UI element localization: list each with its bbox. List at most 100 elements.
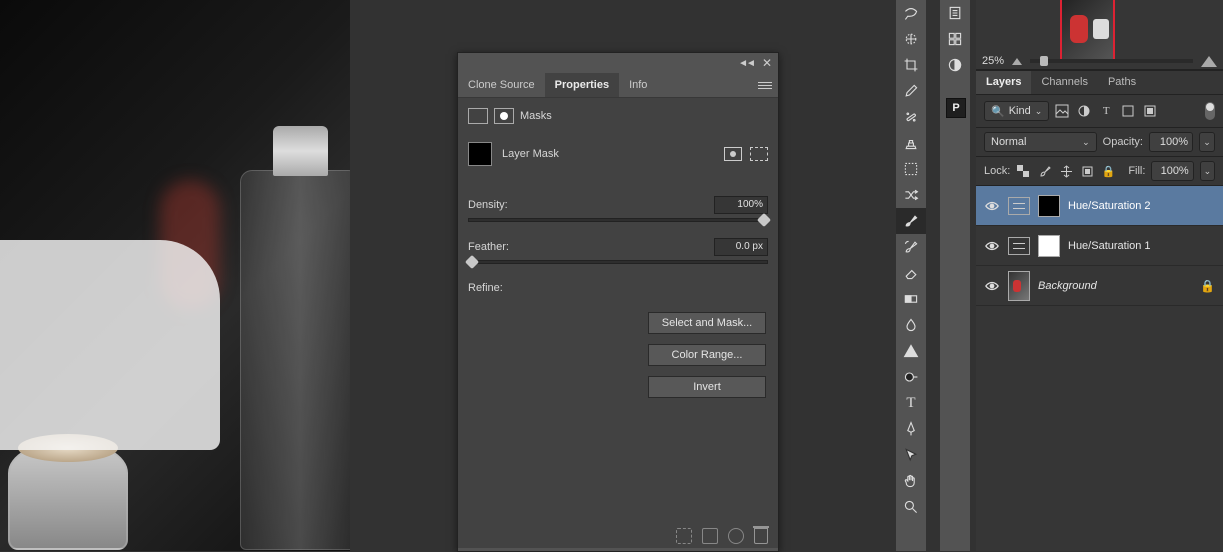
filter-toggle[interactable] — [1205, 102, 1215, 120]
clone-stamp-tool-icon[interactable] — [896, 130, 926, 156]
filter-adjust-icon[interactable] — [1075, 102, 1093, 120]
eraser-tool-icon[interactable] — [896, 260, 926, 286]
filter-smart-icon[interactable] — [1141, 102, 1159, 120]
lock-pixels-icon[interactable] — [1038, 163, 1053, 179]
adjustment-layer-icon — [1008, 197, 1030, 215]
kind-label: Kind — [1009, 105, 1031, 117]
marquee-tool-icon[interactable] — [896, 156, 926, 182]
pen-tool-icon[interactable] — [896, 416, 926, 442]
zoom-out-icon[interactable] — [1012, 58, 1022, 65]
zoom-slider-thumb[interactable] — [1040, 56, 1048, 66]
toolbar-right — [940, 0, 970, 551]
add-vector-mask-icon[interactable] — [750, 147, 768, 161]
eyedropper-tool-icon[interactable] — [896, 78, 926, 104]
layer-name[interactable]: Hue/Saturation 2 — [1068, 200, 1151, 212]
layer-thumbnail[interactable] — [1008, 271, 1030, 301]
filter-type-icon[interactable]: T — [1097, 102, 1115, 120]
disable-mask-icon[interactable] — [728, 528, 744, 544]
search-icon: 🔍 — [991, 105, 1005, 118]
triangle-warn-icon[interactable] — [896, 338, 926, 364]
lock-all-icon[interactable]: 🔒 — [1101, 163, 1116, 179]
history-brush-tool-icon[interactable] — [896, 234, 926, 260]
layer-name[interactable]: Background — [1038, 280, 1097, 292]
layer-name[interactable]: Hue/Saturation 1 — [1068, 240, 1151, 252]
filter-pixel-icon[interactable] — [1053, 102, 1071, 120]
tab-paths[interactable]: Paths — [1098, 71, 1146, 94]
shuffle-icon[interactable] — [896, 182, 926, 208]
smudge-tool-icon[interactable] — [896, 312, 926, 338]
blend-mode-select[interactable]: Normal ⌄ — [984, 132, 1097, 152]
fill-label: Fill: — [1128, 165, 1145, 177]
density-slider[interactable] — [468, 218, 768, 222]
zoom-in-icon[interactable] — [1201, 56, 1217, 67]
fill-dropdown-icon[interactable]: ⌄ — [1200, 161, 1215, 181]
layer-filter-kind[interactable]: 🔍 Kind ⌄ — [984, 101, 1049, 121]
crop-tool-icon[interactable] — [896, 52, 926, 78]
select-and-mask-button[interactable]: Select and Mask... — [648, 312, 766, 334]
panel-menu-icon[interactable] — [758, 82, 772, 89]
tab-channels[interactable]: Channels — [1031, 71, 1097, 94]
path-select-tool-icon[interactable] — [896, 442, 926, 468]
properties-dock-icon[interactable]: P — [946, 98, 966, 118]
text-tool-icon[interactable]: T — [896, 390, 926, 416]
tab-properties[interactable]: Properties — [545, 73, 619, 97]
zoom-slider[interactable] — [1030, 59, 1193, 63]
visibility-icon[interactable] — [984, 198, 1000, 214]
vector-mask-mode-icon[interactable] — [494, 108, 514, 124]
quick-select-tool-icon[interactable] — [896, 26, 926, 52]
lasso-tool-icon[interactable] — [896, 0, 926, 26]
lock-position-icon[interactable] — [1059, 163, 1074, 179]
mask-thumbnail[interactable] — [468, 142, 492, 166]
layer-row[interactable]: Hue/Saturation 1 — [976, 226, 1223, 266]
tab-info[interactable]: Info — [619, 73, 657, 97]
visibility-icon[interactable] — [984, 238, 1000, 254]
density-value[interactable]: 100% — [714, 196, 768, 214]
layer-mask-thumb[interactable] — [1038, 195, 1060, 217]
load-selection-icon[interactable] — [676, 528, 692, 544]
healing-brush-tool-icon[interactable] — [896, 104, 926, 130]
layer-row[interactable]: Hue/Saturation 2 — [976, 186, 1223, 226]
fill-value[interactable]: 100% — [1151, 161, 1193, 181]
close-icon[interactable]: ✕ — [762, 56, 772, 70]
density-slider-thumb[interactable] — [757, 213, 771, 227]
right-dock: 25% Layers Channels Paths 🔍 Kind ⌄ T — [976, 0, 1223, 551]
feather-value[interactable]: 0.0 px — [714, 238, 768, 256]
color-range-button[interactable]: Color Range... — [648, 344, 766, 366]
pixel-mask-mode-icon[interactable] — [468, 108, 488, 124]
opacity-value[interactable]: 100% — [1149, 132, 1193, 152]
lock-icon[interactable]: 🔒 — [1200, 279, 1215, 293]
tab-layers[interactable]: Layers — [976, 71, 1031, 94]
add-pixel-mask-icon[interactable] — [724, 147, 742, 161]
tab-clone-source[interactable]: Clone Source — [458, 73, 545, 97]
visibility-icon[interactable] — [984, 278, 1000, 294]
apply-mask-icon[interactable] — [702, 528, 718, 544]
layer-mask-thumb[interactable] — [1038, 235, 1060, 257]
gradient-tool-icon[interactable] — [896, 286, 926, 312]
panel-tabstrip: Clone Source Properties Info — [458, 73, 778, 98]
feather-slider-thumb[interactable] — [465, 255, 479, 269]
navigator-thumbnail[interactable] — [1060, 0, 1115, 61]
filter-shape-icon[interactable] — [1119, 102, 1137, 120]
document-canvas[interactable] — [0, 0, 350, 551]
properties-panel: ◄◄ ✕ Clone Source Properties Info Masks … — [457, 52, 779, 552]
opacity-label: Opacity: — [1103, 136, 1143, 148]
zoom-tool-icon[interactable] — [896, 494, 926, 520]
collapse-icon[interactable]: ◄◄ — [738, 58, 754, 69]
hand-tool-icon[interactable] — [896, 468, 926, 494]
brush-tool-icon[interactable] — [896, 208, 926, 234]
history-panel-icon[interactable] — [940, 0, 970, 26]
density-label: Density: — [468, 199, 508, 211]
feather-slider[interactable] — [468, 260, 768, 264]
opacity-dropdown-icon[interactable]: ⌄ — [1199, 132, 1215, 152]
lock-artboard-icon[interactable] — [1080, 163, 1095, 179]
adjustments-panel-icon[interactable] — [940, 52, 970, 78]
delete-mask-icon[interactable] — [754, 528, 768, 544]
lock-transparent-icon[interactable] — [1016, 163, 1031, 179]
chevron-down-icon: ⌄ — [1035, 106, 1043, 117]
swatches-panel-icon[interactable] — [940, 26, 970, 52]
dodge-tool-icon[interactable] — [896, 364, 926, 390]
mask-type-label: Layer Mask — [502, 148, 559, 160]
invert-button[interactable]: Invert — [648, 376, 766, 398]
layer-row[interactable]: Background 🔒 — [976, 266, 1223, 306]
zoom-value[interactable]: 25% — [982, 55, 1004, 67]
